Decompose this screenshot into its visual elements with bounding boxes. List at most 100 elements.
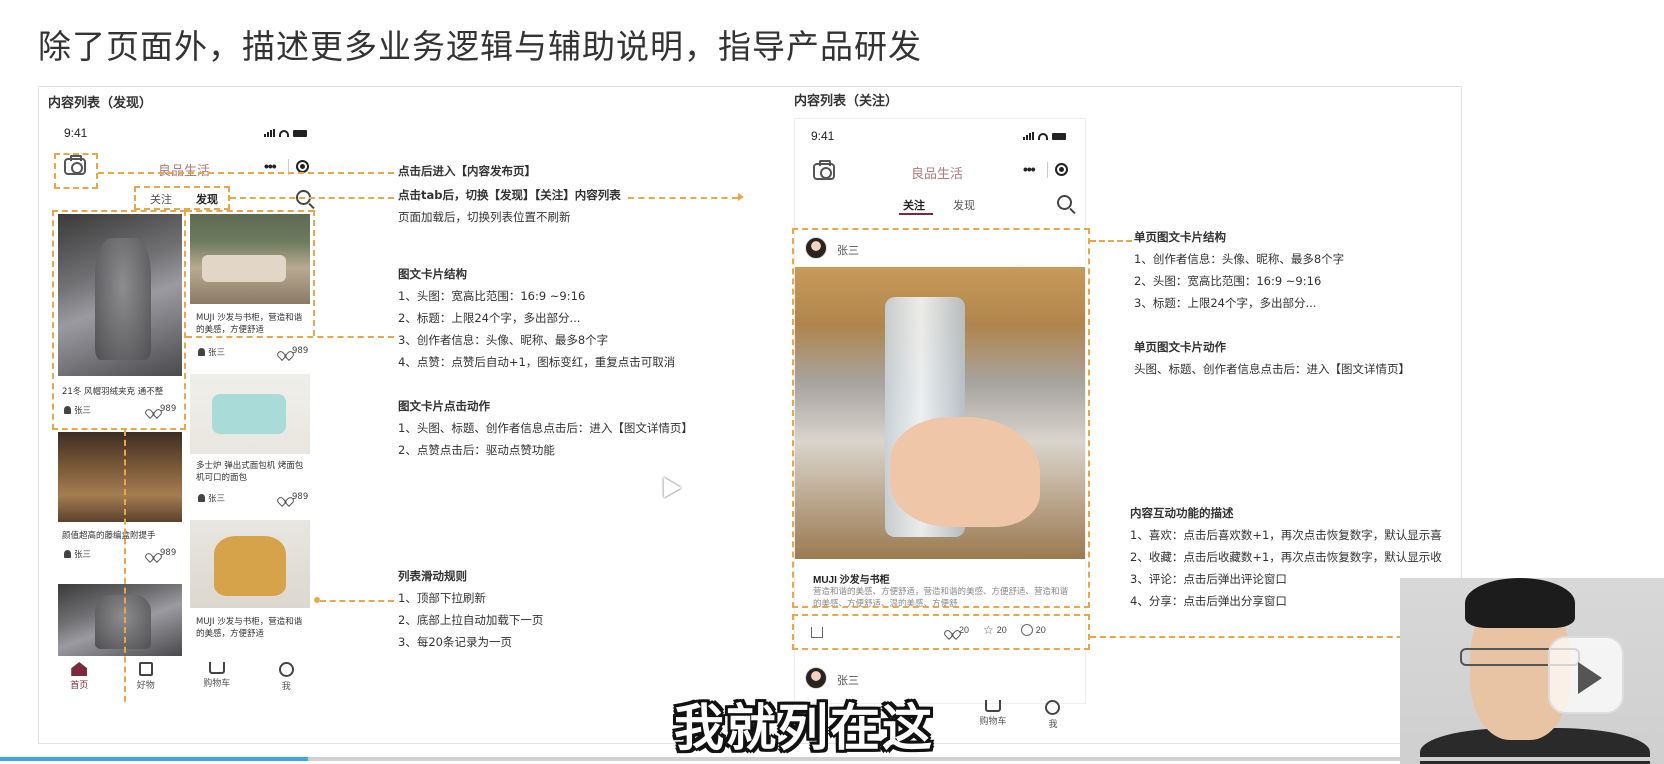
card-title[interactable]: MUJI 沙发与书柜，营造和谐的美感，方便舒适 <box>196 312 308 336</box>
heart-icon <box>280 493 289 501</box>
annotation-line <box>313 210 315 336</box>
note-tab-switch: 点击tab后，切换【发现】【关注】内容列表 页面加载后，切换列表位置不刷新 <box>398 184 621 228</box>
annotation-box-post <box>792 228 1090 608</box>
note-text: 页面加载后，切换列表位置不刷新 <box>398 210 571 224</box>
note-item: 1、创作者信息：头像、昵称、最多8个字 <box>1134 252 1345 266</box>
nav-me[interactable]: 我 <box>278 662 294 692</box>
status-time: 9:41 <box>811 129 835 143</box>
card-title[interactable]: MUJI 沙发与书柜，营造和谐的美感，方便舒适 <box>196 616 308 640</box>
note-heading: 单页图文卡片结构 <box>1134 230 1226 244</box>
card-image-basket[interactable] <box>58 432 182 522</box>
nav-goods[interactable]: 好物 <box>137 662 155 692</box>
note-item: 3、创作者信息：头像、昵称、最多8个字 <box>398 333 609 347</box>
status-icons <box>1023 132 1066 140</box>
annotation-box-card <box>52 210 186 430</box>
note-item: 2、底部上拉自动加载下一页 <box>398 613 544 627</box>
close-target-icon[interactable] <box>1055 163 1068 176</box>
user-icon <box>64 550 71 558</box>
card-image-sofa[interactable] <box>190 214 310 304</box>
note-item: 2、点赞点击后：驱动点赞功能 <box>398 443 555 457</box>
card-like[interactable]: 989 <box>280 492 308 502</box>
note-single-action: 单页图文卡片动作 头图、标题、创作者信息点击后：进入【图文详情页】 <box>1134 336 1410 380</box>
card-image-chair[interactable] <box>190 520 310 608</box>
card-author[interactable]: 张三 <box>198 492 225 504</box>
video-progress-bar[interactable] <box>0 757 1664 761</box>
card-image-toaster[interactable] <box>190 374 310 454</box>
battery-icon <box>293 129 307 137</box>
note-item: 4、点赞：点赞后自动+1，图标变红，重复点击可取消 <box>398 355 676 369</box>
nav-label: 好物 <box>136 681 155 691</box>
note-camera: 点击后进入【内容发布页】 <box>398 160 536 182</box>
card-author[interactable]: 张三 <box>198 346 225 358</box>
heart-icon <box>148 549 157 557</box>
nav-label: 购物车 <box>203 679 231 689</box>
nav-home[interactable]: 首页 <box>70 662 88 692</box>
note-heading: 列表滑动规则 <box>398 569 467 583</box>
like-count: 989 <box>160 548 177 558</box>
annotation-line <box>186 336 394 338</box>
note-item: 1、顶部下拉刷新 <box>398 591 486 605</box>
card-title[interactable]: 颜值超高的藤编盒附提手 <box>62 530 182 542</box>
profile-icon <box>278 662 294 677</box>
note-item: 1、头图、标题、创作者信息点击后：进入【图文详情页】 <box>398 421 693 435</box>
signal-icon <box>1023 132 1034 140</box>
annotation-line <box>230 197 394 199</box>
divider <box>1047 162 1048 178</box>
author-name: 张三 <box>208 494 226 504</box>
note-scroll: 列表滑动规则 1、顶部下拉刷新 2、底部上拉自动加载下一页 3、每20条记录为一… <box>398 565 543 653</box>
card-title[interactable]: 多士炉 弹出式面包机 烤面包机可口的面包 <box>196 460 308 484</box>
tab-underline <box>899 213 933 215</box>
battery-icon <box>1052 132 1066 140</box>
card-image-jacket[interactable] <box>58 584 182 656</box>
bottom-nav: 购物车 我 <box>960 700 1080 730</box>
heart-icon <box>280 347 289 355</box>
annotation-line <box>186 210 314 212</box>
tab-discover[interactable]: 发现 <box>953 197 975 213</box>
left-section-title: 内容列表（发现） <box>48 96 153 111</box>
author-name: 张三 <box>208 348 226 358</box>
video-subtitle: 我就列在这 <box>674 699 934 757</box>
card-like[interactable]: 989 <box>280 346 308 356</box>
like-count: 989 <box>292 492 309 502</box>
note-item: 2、标题：上限24个字，多出部分... <box>398 311 581 325</box>
post-author[interactable]: 张三 <box>837 672 859 688</box>
camera-icon[interactable] <box>813 160 835 180</box>
nav-label: 购物车 <box>979 717 1007 727</box>
more-icon[interactable]: ••• <box>1023 161 1036 177</box>
note-item: 头图、标题、创作者信息点击后：进入【图文详情页】 <box>1134 362 1410 376</box>
annotation-box-tabs <box>134 186 230 210</box>
nav-cart[interactable]: 购物车 <box>979 700 1007 730</box>
note-text: 点击后进入【内容发布页】 <box>398 164 536 178</box>
note-item: 3、每20条记录为一页 <box>398 635 512 649</box>
nav-me[interactable]: 我 <box>1045 700 1061 730</box>
cart-icon <box>208 662 225 674</box>
tab-follow[interactable]: 关注 <box>903 197 925 213</box>
wifi-icon <box>279 129 289 137</box>
card-like[interactable]: 989 <box>148 548 176 558</box>
note-item: 2、收藏：点击后收藏数+1，再次点击恢复数字，默认显示收 <box>1130 550 1442 564</box>
search-icon[interactable] <box>1057 195 1072 210</box>
annotation-line <box>320 600 394 602</box>
note-heading: 单页图文卡片动作 <box>1134 340 1226 354</box>
note-heading: 内容互动功能的描述 <box>1130 506 1234 520</box>
user-icon <box>198 494 205 502</box>
avatar[interactable] <box>805 667 827 689</box>
note-item: 1、头图：宽高比范围：16:9 ~9:16 <box>398 289 586 303</box>
card-author[interactable]: 张三 <box>64 548 91 560</box>
like-count: 989 <box>292 346 309 356</box>
video-progress-fill <box>0 757 308 761</box>
app-name: 良品生活 <box>158 163 211 178</box>
app-name: 良品生活 <box>911 166 964 181</box>
user-icon <box>198 348 205 356</box>
note-item: 1、喜欢：点击后喜欢数+1，再次点击恢复数字，默认显示喜 <box>1130 528 1442 542</box>
annotation-line <box>98 172 394 174</box>
signal-icon <box>264 129 275 137</box>
nav-cart[interactable]: 购物车 <box>203 662 230 692</box>
note-item: 3、标题：上限24个字，多出部分... <box>1134 296 1317 310</box>
note-heading: 图文卡片结构 <box>398 267 467 281</box>
video-logo-icon <box>1548 636 1624 714</box>
home-icon <box>71 662 88 676</box>
annotation-line <box>1090 240 1132 242</box>
status-time: 9:41 <box>64 126 88 140</box>
annotation-line <box>628 197 738 199</box>
